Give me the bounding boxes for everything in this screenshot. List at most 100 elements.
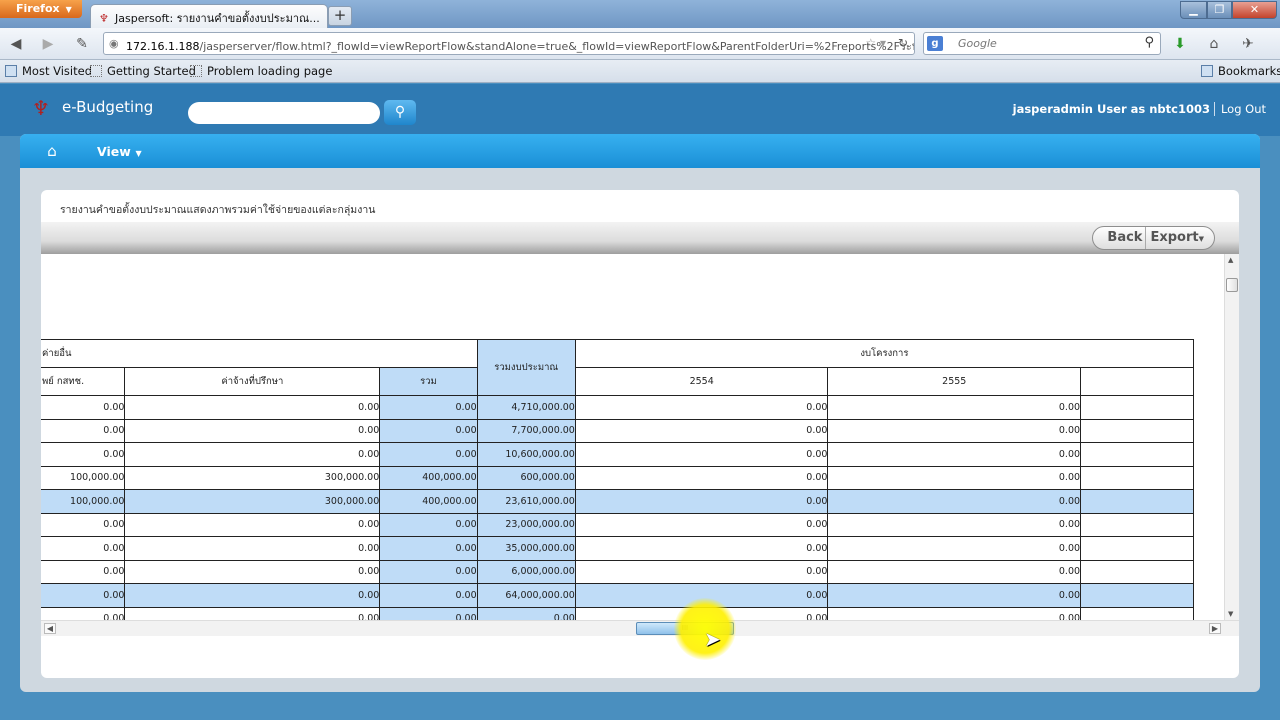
header-col2: ค่าจ้างที่ปรึกษา	[124, 367, 381, 396]
table-row: 100,000.00 300,000.00 400,000.00 23,610,000…	[41, 489, 1194, 514]
table-cell	[1080, 489, 1194, 514]
vertical-scroll-thumb[interactable]	[1226, 278, 1238, 292]
table-cell: 0.00	[124, 583, 381, 608]
minimize-window-button[interactable]: ▁	[1180, 1, 1207, 19]
table-cell: 0.00	[574, 418, 829, 443]
app-header: ♆ e-Budgeting ⚲ jasperadmin User as nbtc…	[0, 84, 1280, 136]
table-cell: 0.00	[827, 395, 1082, 420]
url-bar[interactable]: ◉ 172.16.1.188/jasperserver/flow.html?_f…	[103, 32, 915, 55]
table-row: 0.00 0.00 0.00 23,000,000.00 0.00 0.00	[41, 512, 1194, 537]
view-menu[interactable]: View ▼	[97, 144, 142, 159]
header-col3: รวม	[379, 367, 478, 396]
download-icon[interactable]: ⬇	[1170, 34, 1190, 54]
table-cell: 0.00	[827, 489, 1082, 514]
bookmark-most-visited[interactable]: Most Visited	[5, 64, 92, 78]
table-cell: 300,000.00	[124, 489, 381, 514]
app-search-button[interactable]: ⚲	[384, 100, 416, 125]
table-cell: 4,710,000.00	[476, 395, 576, 420]
table-cell: 23,610,000.00	[476, 489, 576, 514]
table-cell: 0.00	[574, 489, 829, 514]
bookmarks-menu[interactable]: Bookmarks	[1201, 64, 1280, 78]
table-row: 0.00 0.00 0.00 6,000,000.00 0.00 0.00	[41, 559, 1194, 584]
search-icon[interactable]: ⚲	[1144, 35, 1154, 50]
bookmark-label: Problem loading page	[207, 64, 333, 78]
table-cell: 0.00	[41, 395, 126, 420]
report-viewport[interactable]: ค่ายอื่น รวมงบประมาณ งบโครงการ พย์ กสทช.…	[41, 254, 1224, 620]
bookmarks-icon	[1201, 65, 1213, 77]
search-icon: ⚲	[394, 104, 406, 120]
table-cell: 0.00	[41, 418, 126, 443]
table-cell: 0.00	[574, 512, 829, 537]
scroll-left-icon[interactable]: ◀	[44, 623, 56, 634]
table-cell: 100,000.00	[41, 489, 126, 514]
table-cell: 0.00	[827, 465, 1082, 490]
table-cell: 0.00	[41, 512, 126, 537]
close-window-button[interactable]: ✕	[1232, 1, 1277, 19]
report-content: รายงานคำขอตั้งงบประมาณแสดงภาพรวมค่าใช้จ่…	[41, 190, 1239, 678]
scroll-down-icon[interactable]: ▼	[1228, 610, 1233, 618]
bookmark-star-icon[interactable]: ☆ ▾	[865, 36, 886, 50]
table-cell: 0.00	[574, 395, 829, 420]
export-button[interactable]: Export▼	[1145, 227, 1214, 249]
table-cell: 0.00	[124, 418, 381, 443]
horizontal-scrollbar[interactable]: ◀ III ▶	[41, 620, 1239, 636]
bookmark-getting-started[interactable]: Getting Started	[90, 64, 196, 78]
table-cell	[1080, 606, 1194, 620]
scroll-up-icon[interactable]: ▲	[1228, 256, 1233, 264]
table-cell: 0.00	[574, 442, 829, 467]
forward-arrow-icon[interactable]: ▶	[38, 34, 58, 54]
table-cell: 0.00	[827, 559, 1082, 584]
table-cell: 100,000.00	[41, 465, 126, 490]
header-total-budget: รวมงบประมาณ	[476, 339, 576, 396]
home-icon[interactable]: ⌂	[1204, 34, 1224, 54]
vertical-scrollbar[interactable]: ▲ ▼	[1224, 254, 1239, 620]
table-cell: 0.00	[41, 442, 126, 467]
browser-tab[interactable]: ♆ Jaspersoft: รายงานคำขอตั้งงบประมาณ...	[90, 4, 328, 28]
bookmark-label: Most Visited	[22, 64, 92, 78]
table-cell: 35,000,000.00	[476, 536, 576, 561]
back-button[interactable]: Back	[1093, 227, 1145, 249]
table-row: 0.00 0.00 0.00 10,600,000.00 0.00 0.00	[41, 442, 1194, 467]
app-search-input[interactable]	[188, 102, 380, 124]
header-group-project: งบโครงการ	[574, 339, 1195, 368]
table-cell	[1080, 583, 1194, 608]
chevron-down-icon: ▼	[132, 149, 142, 158]
table-cell: 0.00	[124, 512, 381, 537]
bookmark-problem-loading[interactable]: Problem loading page	[190, 64, 332, 78]
globe-icon: ◉	[109, 37, 119, 50]
new-tab-button[interactable]: +	[328, 6, 352, 26]
report-title: รายงานคำขอตั้งงบประมาณแสดงภาพรวมค่าใช้จ่…	[60, 204, 376, 216]
bookmarks-toolbar: Most Visited Getting Started Problem loa…	[0, 60, 1280, 83]
table-cell: 6,000,000.00	[476, 559, 576, 584]
scroll-right-icon[interactable]: ▶	[1209, 623, 1221, 634]
table-cell: 300,000.00	[124, 465, 381, 490]
folder-icon	[5, 65, 17, 77]
table-cell: 0.00	[379, 536, 478, 561]
table-cell: 0.00	[827, 418, 1082, 443]
table-cell	[1080, 395, 1194, 420]
back-arrow-icon[interactable]: ◀	[6, 34, 26, 54]
firefox-menu-button[interactable]: Firefox ▼	[0, 0, 82, 18]
table-cell: 0.00	[41, 536, 126, 561]
user-info: jasperadmin User as nbtc1003	[1012, 102, 1210, 116]
google-icon[interactable]: g	[927, 36, 943, 51]
table-cell	[1080, 536, 1194, 561]
reload-icon[interactable]: ↻	[898, 36, 908, 50]
addon-icon[interactable]: ✈	[1238, 34, 1258, 54]
toolbar-button-group: Back Export▼	[1092, 226, 1215, 250]
search-bar[interactable]: g Google ⚲	[923, 32, 1161, 55]
logout-link[interactable]: Log Out	[1213, 102, 1266, 116]
table-cell: 0.00	[124, 442, 381, 467]
report-table-body: 0.00 0.00 0.00 4,710,000.00 0.00 0.00 0.00 0.00…	[41, 395, 1194, 620]
history-icon[interactable]: ✎	[72, 34, 92, 54]
bookmark-label: Getting Started	[107, 64, 196, 78]
table-row: 0.00 0.00 0.00 0.00 0.00 0.00	[41, 606, 1194, 620]
home-icon[interactable]: ⌂	[42, 142, 62, 160]
table-cell: 0.00	[41, 583, 126, 608]
header-col6: 2555	[827, 367, 1082, 396]
table-cell: 0.00	[827, 583, 1082, 608]
table-cell: 0.00	[574, 465, 829, 490]
report-toolbar: Back Export▼	[41, 222, 1239, 254]
table-cell: 0.00	[124, 395, 381, 420]
maximize-window-button[interactable]: ❐	[1207, 1, 1232, 19]
